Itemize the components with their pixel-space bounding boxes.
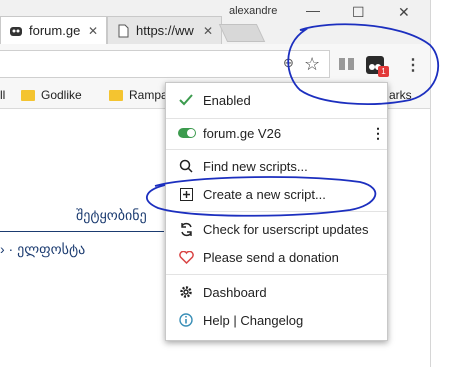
separator <box>166 149 387 150</box>
window-close-icon[interactable]: ✕ <box>398 4 410 21</box>
menu-item-label: forum.ge V26 <box>203 125 282 141</box>
menu-item-enabled[interactable]: Enabled <box>166 87 387 113</box>
menu-item-label: Enabled <box>203 92 251 108</box>
extension-dropdown-menu: Enabled forum.ge V26 ⋮ Find new scripts.… <box>165 82 388 341</box>
bookmark-label: Rampa <box>129 88 168 102</box>
info-icon <box>178 312 194 328</box>
page-text-email[interactable]: › · ელფოსტა <box>0 241 85 258</box>
menu-item-label: Please send a donation <box>203 249 339 265</box>
bookmark-folder-godlike[interactable]: Godlike <box>21 88 82 102</box>
tab-title: https://ww <box>136 23 194 38</box>
bookmark-label: ll <box>0 88 6 102</box>
script-options-icon[interactable]: ⋮ <box>371 125 385 142</box>
folder-icon <box>109 89 123 101</box>
minimize-icon[interactable]: — <box>306 2 320 18</box>
menu-item-label: Check for userscript updates <box>203 221 369 237</box>
maximize-icon[interactable]: ☐ <box>352 4 365 21</box>
tab-title: forum.ge <box>29 23 81 38</box>
page-text-messages[interactable]: შეტყობინე <box>76 207 147 224</box>
checkmark-icon <box>178 92 194 108</box>
menu-item-find-scripts[interactable]: Find new scripts... <box>166 153 387 179</box>
separator <box>166 118 387 119</box>
menu-item-label: Find new scripts... <box>203 158 308 174</box>
menu-item-donate[interactable]: Please send a donation <box>166 244 387 270</box>
bookmark-folder-rampa[interactable]: Rampa <box>109 88 168 102</box>
plus-box-icon <box>178 186 194 202</box>
bookmark-star-icon[interactable]: ☆ <box>304 54 320 75</box>
bookmark-label: Godlike <box>41 88 82 102</box>
menu-item-label: Create a new script... <box>203 186 326 202</box>
toggle-icon[interactable] <box>178 125 196 141</box>
address-bar[interactable] <box>0 50 330 78</box>
new-tab-button[interactable] <box>218 24 266 42</box>
extension-badge: 1 <box>378 66 389 77</box>
menu-item-check-updates[interactable]: Check for userscript updates <box>166 216 387 242</box>
divider <box>0 231 164 232</box>
page-icon <box>116 24 130 38</box>
tab-https[interactable]: https://ww ✕ <box>107 16 222 44</box>
separator <box>166 274 387 275</box>
search-icon <box>178 158 194 174</box>
gamepad-icon <box>9 24 23 38</box>
profile-name[interactable]: alexandre <box>229 5 277 17</box>
bookmark-label: arks <box>389 88 412 102</box>
menu-item-help[interactable]: Help | Changelog <box>166 307 387 333</box>
menu-item-create-script[interactable]: Create a new script... <box>166 181 387 207</box>
other-bookmarks[interactable]: arks <box>389 88 412 102</box>
reading-list-icon[interactable] <box>338 57 355 71</box>
tab-forum[interactable]: forum.ge ✕ <box>0 16 107 44</box>
menu-item-label: Dashboard <box>203 284 267 300</box>
folder-icon <box>21 89 35 101</box>
zoom-icon[interactable]: ⊕ <box>283 55 294 71</box>
gear-icon <box>178 284 194 300</box>
refresh-icon <box>178 221 194 237</box>
browser-menu-icon[interactable]: ⋮ <box>405 55 421 75</box>
window-edge <box>430 0 450 367</box>
menu-item-label: Help | Changelog <box>203 312 304 328</box>
heart-icon <box>178 249 194 265</box>
separator <box>166 211 387 212</box>
close-icon[interactable]: ✕ <box>203 24 213 38</box>
menu-item-dashboard[interactable]: Dashboard <box>166 279 387 305</box>
menu-item-script[interactable]: forum.ge V26 ⋮ <box>166 120 387 146</box>
close-icon[interactable]: ✕ <box>88 24 98 38</box>
bookmark-item[interactable]: ll <box>0 88 5 102</box>
